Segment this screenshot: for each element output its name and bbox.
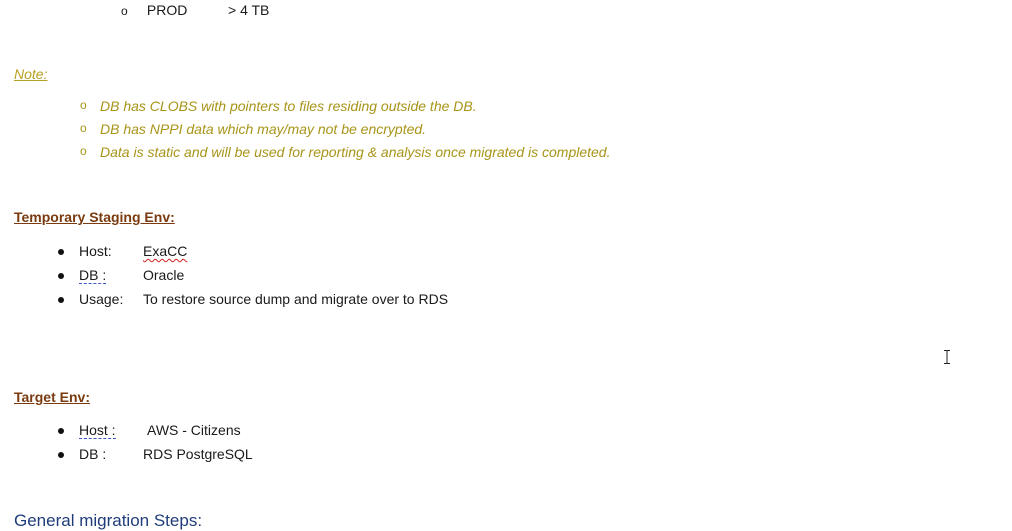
staging-host-label: Host: xyxy=(79,243,112,259)
circle-bullet-icon: o xyxy=(80,98,87,112)
staging-db-label: DB : xyxy=(79,267,107,284)
prod-label: PROD xyxy=(146,2,188,18)
staging-usage-label: Usage: xyxy=(79,291,124,307)
prod-list-item: o PROD > 4 TB xyxy=(121,2,269,18)
target-heading: Target Env: xyxy=(14,389,90,405)
text-cursor-icon xyxy=(944,350,950,364)
note-heading: Note: xyxy=(14,66,48,82)
circle-bullet-icon: o xyxy=(121,4,128,18)
note-item-text: DB has NPPI data which may/may not be en… xyxy=(100,121,427,137)
staging-db-value: Oracle xyxy=(143,267,185,283)
circle-bullet-icon: o xyxy=(80,121,87,135)
target-db-value: RDS PostgreSQL xyxy=(143,446,253,462)
note-item-text: Data is static and will be used for repo… xyxy=(100,144,611,160)
disc-bullet-icon xyxy=(58,297,64,303)
note-item-text: DB has CLOBS with pointers to files resi… xyxy=(100,98,477,114)
staging-heading: Temporary Staging Env: xyxy=(14,209,175,225)
document-page: o PROD > 4 TB Note: o DB has CLOBS with … xyxy=(0,0,1012,530)
target-host-label: Host : xyxy=(79,422,116,439)
disc-bullet-icon xyxy=(58,249,64,255)
circle-bullet-icon: o xyxy=(80,144,87,158)
prod-value: > 4 TB xyxy=(228,2,270,18)
staging-usage-value: To restore source dump and migrate over … xyxy=(143,291,449,307)
disc-bullet-icon xyxy=(58,452,64,458)
disc-bullet-icon xyxy=(58,428,64,434)
target-host-value: AWS - Citizens xyxy=(147,422,241,438)
target-db-label: DB : xyxy=(79,446,107,462)
disc-bullet-icon xyxy=(58,273,64,279)
staging-host-value: ExaCC xyxy=(143,243,188,259)
general-migration-heading: General migration Steps: xyxy=(14,511,203,530)
